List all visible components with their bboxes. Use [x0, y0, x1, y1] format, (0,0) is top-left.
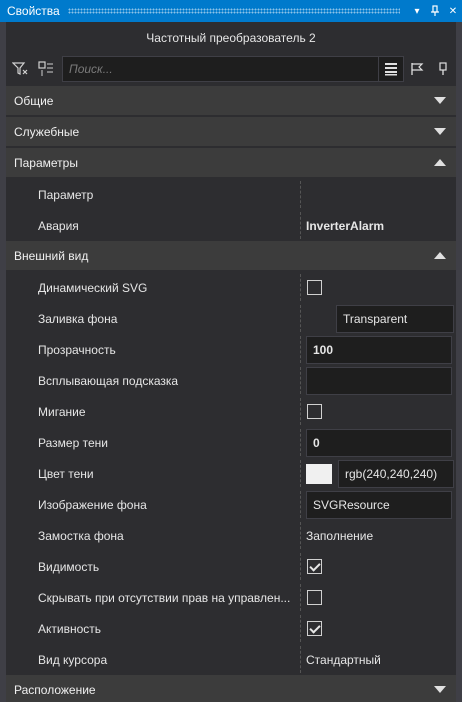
property-row-opacity[interactable]: Прозрачность 100 — [6, 334, 456, 365]
column-separator — [300, 646, 301, 673]
column-separator — [300, 336, 301, 363]
panel-titlebar: Свойства ▾ ✕ — [0, 0, 462, 22]
property-value[interactable] — [306, 181, 454, 208]
column-separator — [300, 584, 301, 611]
category-label: Параметры — [14, 155, 78, 170]
property-row-cursor[interactable]: Вид курсора Стандартный — [6, 644, 456, 675]
property-name: Цвет тени — [38, 466, 94, 481]
shadow-color-field[interactable]: rgb(240,240,240) — [338, 459, 454, 488]
property-name: Динамический SVG — [38, 280, 148, 295]
property-row-dynamic-svg[interactable]: Динамический SVG — [6, 272, 456, 303]
property-toolbar: Поиск... — [6, 56, 456, 82]
property-name: Вид курсора — [38, 652, 108, 667]
pin-icon[interactable] — [426, 0, 444, 22]
column-separator — [300, 553, 301, 580]
property-row-parameter[interactable]: Параметр — [6, 179, 456, 210]
column-separator — [300, 522, 301, 549]
property-name: Видимость — [38, 559, 100, 574]
column-separator — [300, 367, 301, 394]
property-row-bg-image[interactable]: Изображение фона SVGResource — [6, 489, 456, 520]
property-row-shadow-size[interactable]: Размер тени 0 — [6, 427, 456, 458]
category-label: Общие — [14, 93, 54, 108]
column-separator — [300, 305, 301, 332]
category-label: Служебные — [14, 124, 80, 139]
property-row-active[interactable]: Активность — [6, 613, 456, 644]
property-value[interactable]: InverterAlarm — [306, 212, 454, 239]
property-row-tooltip[interactable]: Всплывающая подсказка — [6, 365, 456, 396]
category-label: Внешний вид — [14, 248, 89, 263]
column-separator — [300, 491, 301, 518]
active-checkbox[interactable] — [307, 621, 322, 636]
bg-tiling-value[interactable]: Заполнение — [306, 522, 454, 549]
filter-icon[interactable] — [8, 57, 32, 81]
close-icon[interactable]: ✕ — [444, 0, 462, 22]
category-service[interactable]: Служебные — [6, 117, 456, 147]
titlebar-grip[interactable] — [67, 8, 400, 14]
tooltip-input[interactable] — [306, 366, 452, 395]
panel-title: Свойства — [7, 4, 60, 18]
flag-icon[interactable] — [404, 56, 430, 82]
column-separator — [300, 429, 301, 456]
property-row-visibility[interactable]: Видимость — [6, 551, 456, 582]
property-name: Скрывать при отсутствии прав на управлен… — [38, 590, 291, 605]
column-separator — [300, 274, 301, 301]
expand-icon[interactable] — [434, 128, 446, 135]
visibility-checkbox[interactable] — [307, 559, 322, 574]
dropdown-icon[interactable]: ▾ — [408, 0, 426, 22]
search-input[interactable]: Поиск... — [62, 56, 380, 82]
column-separator — [300, 398, 301, 425]
expand-icon[interactable] — [434, 686, 446, 693]
category-location[interactable]: Расположение — [6, 675, 456, 702]
shadow-size-input[interactable]: 0 — [306, 428, 452, 457]
property-row-shadow-color[interactable]: Цвет тени rgb(240,240,240) — [6, 458, 456, 489]
pin-property-icon[interactable] — [430, 56, 456, 82]
expand-icon[interactable] — [434, 97, 446, 104]
bg-image-field[interactable]: SVGResource — [306, 490, 452, 519]
property-name: Заливка фона — [38, 311, 118, 326]
category-label: Расположение — [14, 682, 96, 697]
property-name: Параметр — [38, 187, 94, 202]
dynamic-svg-checkbox[interactable] — [307, 280, 322, 295]
shadow-color-swatch[interactable] — [306, 463, 332, 484]
property-name: Авария — [38, 218, 79, 233]
category-general[interactable]: Общие — [6, 86, 456, 116]
column-separator — [300, 460, 301, 487]
fill-value-field[interactable]: Transparent — [336, 304, 454, 333]
property-name: Мигание — [38, 404, 86, 419]
list-view-icon[interactable] — [378, 56, 404, 82]
cursor-value[interactable]: Стандартный — [306, 646, 454, 673]
hide-no-rights-checkbox[interactable] — [307, 590, 322, 605]
property-name: Активность — [38, 621, 102, 636]
property-name: Размер тени — [38, 435, 108, 450]
column-separator — [300, 615, 301, 642]
column-separator — [300, 181, 301, 208]
property-grid: Общие Служебные Параметры Параметр Авари… — [6, 86, 456, 702]
property-row-bg-tiling[interactable]: Замостка фона Заполнение — [6, 520, 456, 551]
property-row-alarm[interactable]: Авария InverterAlarm — [6, 210, 456, 241]
opacity-input[interactable]: 100 — [306, 335, 452, 364]
property-row-fill[interactable]: Заливка фона Transparent — [6, 303, 456, 334]
column-separator — [300, 212, 301, 239]
selected-object-name: Частотный преобразователь 2 — [6, 22, 456, 54]
property-row-hide-no-rights[interactable]: Скрывать при отсутствии прав на управлен… — [6, 582, 456, 613]
category-params[interactable]: Параметры — [6, 148, 456, 178]
blink-checkbox[interactable] — [307, 404, 322, 419]
property-name: Изображение фона — [38, 497, 147, 512]
property-row-blink[interactable]: Мигание — [6, 396, 456, 427]
property-name: Замостка фона — [38, 528, 124, 543]
collapse-icon[interactable] — [434, 159, 446, 166]
collapse-icon[interactable] — [434, 252, 446, 259]
property-name: Прозрачность — [38, 342, 116, 357]
property-name: Всплывающая подсказка — [38, 373, 179, 388]
sort-icon[interactable] — [34, 57, 58, 81]
category-appearance[interactable]: Внешний вид — [6, 241, 456, 271]
